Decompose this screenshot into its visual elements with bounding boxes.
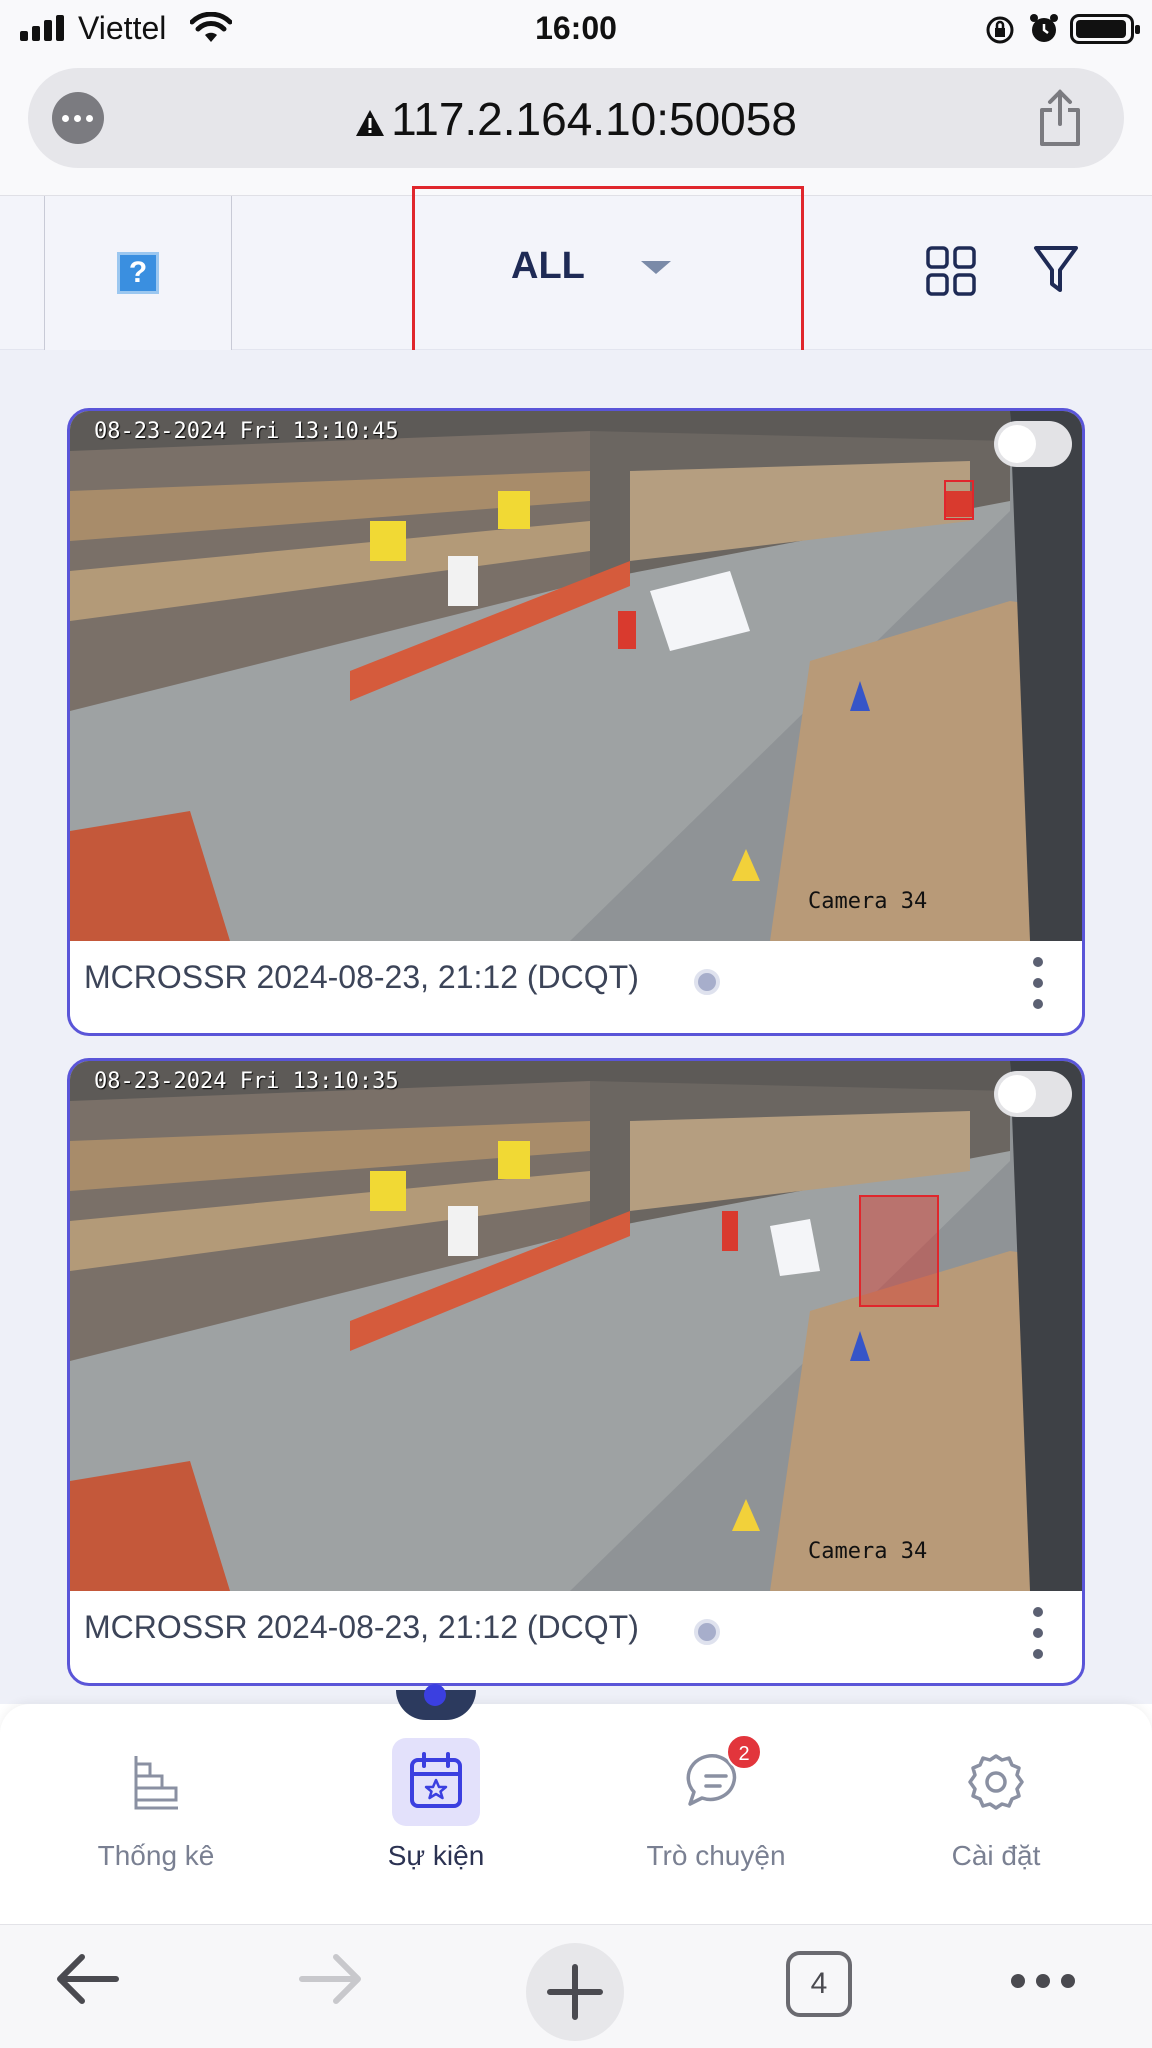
camera-label: Camera 34: [808, 889, 928, 914]
back-arrow-icon[interactable]: [52, 1949, 122, 2009]
bottom-navigation: Thống kê Sự kiện 2 Trò chuyện Cài đặt: [0, 1684, 1152, 1924]
gear-icon: [968, 1754, 1024, 1810]
chart-icon: [134, 1756, 178, 1810]
url-text: 117.2.164.10:50058: [391, 93, 797, 145]
status-bar: Viettel 16:00: [0, 0, 1152, 60]
more-options-icon[interactable]: [1030, 1607, 1046, 1659]
nav-label: Thống kê: [97, 1840, 215, 1871]
snapshot-timestamp: 08-23-2024 Fri 13:10:45: [94, 419, 399, 444]
event-toggle[interactable]: [994, 421, 1072, 467]
app-header: ? ALL: [0, 186, 1152, 366]
warehouse-scene: [70, 411, 1082, 941]
unread-badge: 2: [726, 1734, 762, 1770]
nav-tab-events[interactable]: Sự kiện: [296, 1738, 576, 1888]
browser-toolbar: 117.2.164.10:50058: [0, 60, 1152, 196]
status-indicator: [694, 969, 720, 995]
battery-icon: [1070, 14, 1140, 44]
warehouse-scene: [70, 1061, 1082, 1591]
nav-label: Cài đặt: [951, 1840, 1041, 1871]
event-caption: MCROSSR 2024-08-23, 21:12 (DCQT): [84, 1609, 639, 1645]
grid-view-icon[interactable]: [926, 246, 976, 296]
forward-arrow-icon[interactable]: [296, 1949, 366, 2009]
safari-toolbar: 4: [0, 1924, 1152, 2048]
filter-icon[interactable]: [1032, 244, 1080, 296]
orientation-lock-icon: [986, 16, 1014, 44]
clock: 16:00: [535, 10, 617, 46]
more-menu-icon[interactable]: [1010, 1971, 1076, 1991]
camera-snapshot[interactable]: 08-23-2024 Fri 13:10:35 Camera 34: [70, 1061, 1082, 1591]
active-tab-indicator: [396, 1684, 476, 1720]
address-bar[interactable]: 117.2.164.10:50058: [28, 68, 1124, 168]
camera-group-dropdown[interactable]: ALL: [412, 186, 804, 356]
help-icon: ?: [117, 252, 159, 294]
camera-label: Camera 34: [808, 1539, 928, 1564]
nav-tab-statistics[interactable]: Thống kê: [16, 1738, 296, 1888]
event-card[interactable]: 08-23-2024 Fri 13:10:45 Camera 34 MCROSS…: [67, 408, 1085, 1036]
camera-snapshot[interactable]: 08-23-2024 Fri 13:10:45 Camera 34: [70, 411, 1082, 941]
warning-icon: [356, 109, 385, 136]
plus-icon: [547, 1964, 603, 2020]
tab-switcher-button[interactable]: 4: [786, 1951, 852, 2017]
event-caption: MCROSSR 2024-08-23, 21:12 (DCQT): [84, 959, 639, 995]
calendar-star-icon: [392, 1738, 480, 1826]
event-toggle[interactable]: [994, 1071, 1072, 1117]
dropdown-selected-value: ALL: [511, 245, 585, 287]
event-list: 08-23-2024 Fri 13:10:45 Camera 34 MCROSS…: [0, 350, 1152, 1704]
new-tab-button[interactable]: [526, 1943, 624, 2041]
alarm-icon: [1030, 14, 1058, 42]
more-options-icon[interactable]: [1030, 957, 1046, 1009]
caret-down-icon: [641, 261, 671, 274]
event-card[interactable]: 08-23-2024 Fri 13:10:35 Camera 34 MCROSS…: [67, 1058, 1085, 1686]
snapshot-timestamp: 08-23-2024 Fri 13:10:35: [94, 1069, 399, 1094]
nav-label: Trò chuyện: [646, 1840, 786, 1871]
help-button[interactable]: ?: [44, 196, 232, 366]
nav-tab-settings[interactable]: Cài đặt: [856, 1738, 1136, 1888]
share-icon[interactable]: [1030, 88, 1090, 148]
status-indicator: [694, 1619, 720, 1645]
url-display[interactable]: 117.2.164.10:50058: [28, 92, 1124, 146]
nav-label: Sự kiện: [387, 1840, 485, 1871]
nav-tab-chat[interactable]: 2 Trò chuyện: [576, 1734, 856, 1888]
